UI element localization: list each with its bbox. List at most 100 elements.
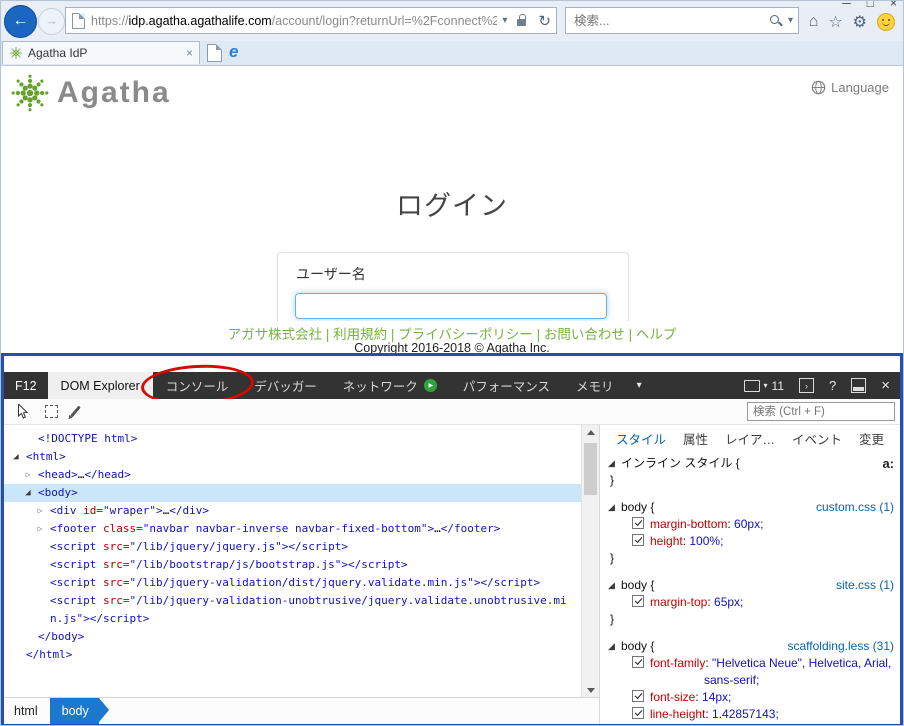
- property-checkbox[interactable]: [632, 707, 644, 719]
- refresh-button[interactable]: ↻: [538, 12, 551, 30]
- devtools-search-input[interactable]: [747, 402, 895, 421]
- url-text[interactable]: https://idp.agatha.agathalife.com/accoun…: [91, 14, 497, 28]
- devtools-panel: F12 DOM Explorer コンソール デバッガー ネットワーク ▶ パフォーマンス メ…: [1, 353, 903, 725]
- window-minimize-button[interactable]: ─: [842, 1, 851, 9]
- dom-tree-node[interactable]: <script src="/lib/jquery-validation/dist…: [4, 574, 582, 592]
- favorites-button[interactable]: ☆: [828, 12, 842, 32]
- collapsed-arrow-icon[interactable]: ▷: [34, 502, 46, 520]
- style-source-link[interactable]: site.css (1): [836, 577, 894, 594]
- devtools-tab-メモリ[interactable]: メモリ: [563, 372, 627, 399]
- browser-search-input[interactable]: [566, 13, 769, 28]
- search-scope-dropdown-icon[interactable]: ▾: [788, 15, 793, 26]
- dom-tree-node[interactable]: ◢ <body>: [4, 484, 582, 502]
- console-launcher-icon[interactable]: ›: [799, 378, 814, 393]
- property-checkbox[interactable]: [632, 534, 644, 546]
- style-rule-header[interactable]: ◢ a: インライン スタイル {: [608, 455, 894, 472]
- property-checkbox[interactable]: [632, 656, 644, 668]
- dom-tree-node[interactable]: ◢ <html>: [4, 448, 582, 466]
- pseudo-state-button[interactable]: a:: [882, 455, 894, 472]
- window-maximize-button[interactable]: □: [867, 1, 874, 9]
- devtools-tab-コンソール[interactable]: コンソール: [139, 362, 255, 408]
- autocomplete-dropdown-icon[interactable]: ▾: [502, 15, 507, 26]
- dom-tree-scrollbar[interactable]: [581, 425, 599, 698]
- home-button[interactable]: ⌂: [809, 13, 819, 31]
- property-checkbox[interactable]: [632, 517, 644, 529]
- styles-tab-属性[interactable]: 属性: [683, 429, 708, 448]
- username-input[interactable]: [295, 293, 607, 319]
- address-bar[interactable]: https://idp.agatha.agathalife.com/accoun…: [65, 7, 557, 34]
- scrollbar-thumb[interactable]: [584, 443, 597, 495]
- styles-tab-レイア…[interactable]: レイア…: [725, 429, 775, 448]
- footer-link-separator: |: [624, 327, 636, 342]
- dock-button[interactable]: [851, 378, 867, 393]
- dom-tree-node[interactable]: ▷ <head>…</head>: [4, 466, 582, 484]
- dom-tree-node[interactable]: <script src="/lib/jquery/jquery.js"></sc…: [4, 538, 582, 556]
- dom-tree-node[interactable]: </body>: [4, 628, 582, 646]
- record-icon[interactable]: ▶: [423, 379, 437, 392]
- styles-tab-変更[interactable]: 変更: [859, 429, 884, 448]
- select-element-icon[interactable]: [16, 404, 29, 419]
- property-checkbox[interactable]: [632, 595, 644, 607]
- footer-link[interactable]: プライバシーポリシー: [398, 327, 533, 342]
- settings-button[interactable]: ⚙: [853, 12, 867, 32]
- browser-tab-agatha-idp[interactable]: Agatha IdP ×: [2, 41, 200, 64]
- collapsed-arrow-icon[interactable]: ▷: [22, 466, 34, 484]
- dom-node-markup: <script src="/lib/jquery-validation/dist…: [50, 576, 541, 589]
- browser-search-box[interactable]: ▾: [565, 7, 799, 34]
- devtools-tab-f12[interactable]: F12: [4, 372, 48, 399]
- tab-close-icon[interactable]: ×: [186, 46, 193, 60]
- forward-button[interactable]: →: [38, 8, 65, 35]
- select-region-icon[interactable]: [45, 405, 58, 418]
- property-value: 60px;: [730, 517, 764, 531]
- document-mode-selector[interactable]: ▾ 11: [743, 379, 784, 393]
- dom-node-markup: <head>…</head>: [38, 468, 131, 481]
- dom-node-markup: <script src="/lib/jquery/jquery.js"></sc…: [50, 540, 349, 553]
- devtools-tab-パフォーマンス[interactable]: パフォーマンス: [450, 372, 563, 399]
- expanded-arrow-icon[interactable]: ◢: [608, 638, 615, 655]
- style-source-link[interactable]: scaffolding.less (31): [788, 638, 895, 655]
- expanded-arrow-icon[interactable]: ◢: [10, 448, 22, 466]
- search-icon[interactable]: [769, 14, 783, 28]
- expanded-arrow-icon[interactable]: ◢: [608, 455, 615, 472]
- property-checkbox[interactable]: [632, 690, 644, 702]
- footer-link[interactable]: アガサ株式会社: [228, 327, 323, 342]
- style-rule-header[interactable]: ◢ custom.css (1) body {: [608, 499, 894, 516]
- dom-tree-node[interactable]: ▷ <div id="wraper">…</div>: [4, 502, 582, 520]
- footer-link[interactable]: 利用規約: [333, 327, 387, 342]
- help-button[interactable]: ?: [829, 378, 836, 393]
- footer-link[interactable]: お問い合わせ: [544, 327, 625, 342]
- language-button[interactable]: Language: [811, 80, 889, 95]
- new-tab-button[interactable]: [207, 44, 222, 62]
- dom-tree-node[interactable]: <!DOCTYPE html>: [4, 430, 582, 448]
- collapsed-arrow-icon[interactable]: ▷: [34, 520, 46, 538]
- ie-logo-icon[interactable]: e: [229, 42, 238, 62]
- dom-tree-node[interactable]: <script src="/lib/bootstrap/js/bootstrap…: [4, 556, 582, 574]
- window-close-button[interactable]: ×: [890, 1, 897, 9]
- dom-tree-node[interactable]: n.js"></script>: [4, 610, 582, 628]
- expanded-arrow-icon[interactable]: ◢: [22, 484, 34, 502]
- expanded-arrow-icon[interactable]: ◢: [608, 577, 615, 594]
- edit-html-icon[interactable]: [70, 405, 81, 418]
- devtools-close-button[interactable]: ×: [881, 377, 890, 394]
- devtools-tab-DOM Explorer[interactable]: DOM Explorer: [47, 372, 153, 399]
- dom-tree-node[interactable]: ▷ <footer class="navbar navbar-inverse na…: [4, 520, 582, 538]
- styles-tab-スタイル[interactable]: スタイル: [616, 429, 666, 448]
- scrollbar-down-icon[interactable]: [582, 682, 599, 698]
- scrollbar-up-icon[interactable]: [582, 425, 599, 441]
- styles-tab-イベント[interactable]: イベント: [792, 429, 842, 448]
- style-rule-header[interactable]: ◢ site.css (1) body {: [608, 577, 894, 594]
- style-source-link[interactable]: custom.css (1): [816, 499, 894, 516]
- breadcrumb-item-body[interactable]: body: [49, 698, 109, 724]
- docmode-dropdown-icon: ▾: [763, 381, 768, 390]
- more-tabs-chevron-icon[interactable]: ▾: [627, 372, 652, 399]
- back-button[interactable]: ←: [4, 5, 37, 38]
- breadcrumb-item-html[interactable]: html: [4, 698, 48, 724]
- dom-tree-node[interactable]: </html>: [4, 646, 582, 664]
- devtools-tab-デバッガー[interactable]: デバッガー: [241, 372, 330, 399]
- expanded-arrow-icon[interactable]: ◢: [608, 499, 615, 516]
- style-rule-header[interactable]: ◢ scaffolding.less (31) body {: [608, 638, 894, 655]
- dom-tree-node[interactable]: <script src="/lib/jquery-validation-unob…: [4, 592, 582, 610]
- footer-link[interactable]: ヘルプ: [636, 327, 677, 342]
- devtools-tab-ネットワーク[interactable]: ネットワーク ▶: [330, 372, 450, 399]
- feedback-smiley-icon[interactable]: [877, 13, 895, 31]
